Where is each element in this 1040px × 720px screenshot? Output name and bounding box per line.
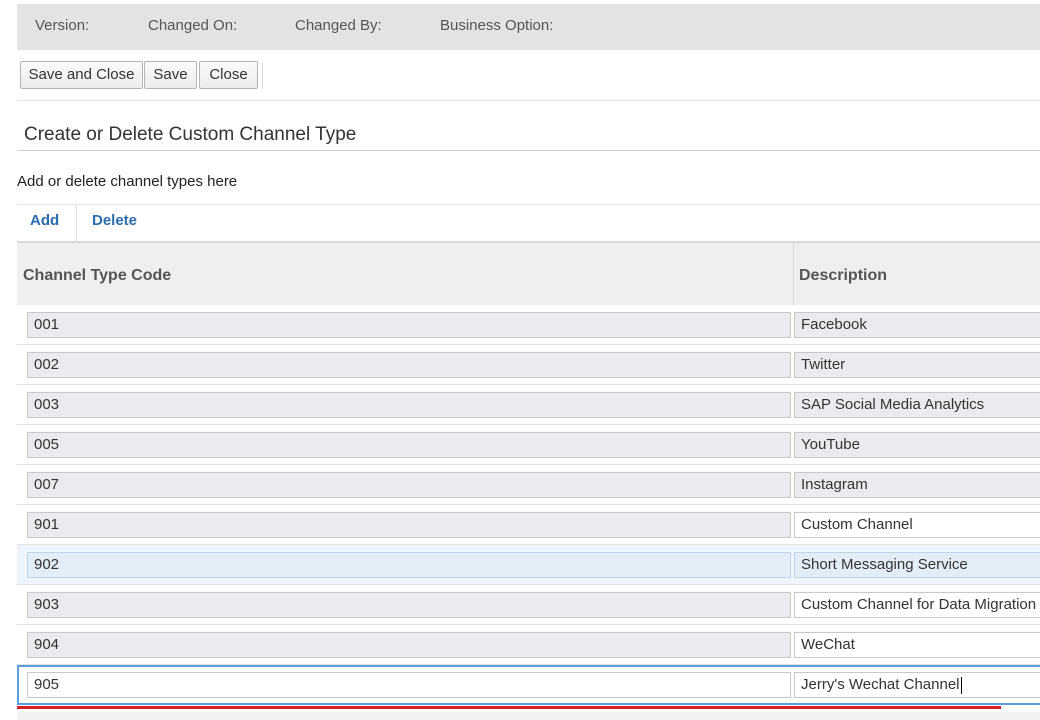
table-header: Channel Type Code Description bbox=[17, 241, 1040, 305]
channel-code-field[interactable]: 903 bbox=[27, 592, 791, 618]
column-header-description[interactable]: Description bbox=[799, 267, 887, 285]
description-field[interactable]: Jerry's Wechat Channel bbox=[794, 672, 1040, 698]
description-field[interactable]: Custom Channel for Data Migration bbox=[794, 592, 1040, 618]
text-cursor bbox=[960, 676, 962, 694]
description-field[interactable]: Instagram bbox=[794, 472, 1040, 498]
description-value: Jerry's Wechat Channel bbox=[801, 676, 960, 693]
table-row[interactable]: 002 Twitter bbox=[17, 345, 1040, 385]
section-description: Add or delete channel types here bbox=[17, 173, 238, 190]
description-field[interactable]: Facebook bbox=[794, 312, 1040, 338]
save-button[interactable]: Save bbox=[144, 61, 197, 89]
description-field[interactable]: WeChat bbox=[794, 632, 1040, 658]
table-row[interactable]: 001 Facebook bbox=[17, 305, 1040, 345]
changed-on-label: Changed On: bbox=[148, 17, 238, 34]
table-row[interactable]: 902 Short Messaging Service bbox=[17, 545, 1040, 585]
column-divider bbox=[793, 243, 794, 305]
divider bbox=[17, 204, 1040, 205]
toolbar-divider bbox=[262, 63, 263, 89]
description-field[interactable]: SAP Social Media Analytics bbox=[794, 392, 1040, 418]
version-label: Version: bbox=[35, 17, 90, 34]
channel-code-field[interactable]: 905 bbox=[27, 672, 791, 698]
channel-code-field[interactable]: 003 bbox=[27, 392, 791, 418]
horizontal-scrollbar[interactable] bbox=[17, 712, 1040, 720]
table-row[interactable]: 904 WeChat bbox=[17, 625, 1040, 665]
column-header-code[interactable]: Channel Type Code bbox=[23, 267, 171, 285]
section-title: Create or Delete Custom Channel Type bbox=[24, 124, 357, 145]
channel-code-field[interactable]: 901 bbox=[27, 512, 791, 538]
description-field[interactable]: Short Messaging Service bbox=[794, 552, 1040, 578]
changed-by-label: Changed By: bbox=[295, 17, 382, 34]
divider bbox=[17, 100, 1040, 101]
description-field[interactable]: YouTube bbox=[794, 432, 1040, 458]
divider bbox=[17, 150, 1040, 151]
table-row[interactable]: 903 Custom Channel for Data Migration bbox=[17, 585, 1040, 625]
delete-button[interactable]: Delete bbox=[92, 212, 137, 229]
object-header: Version: Changed On: Changed By: Busines… bbox=[17, 4, 1040, 50]
channel-code-field[interactable]: 007 bbox=[27, 472, 791, 498]
save-and-close-button[interactable]: Save and Close bbox=[20, 61, 143, 89]
channel-code-field[interactable]: 904 bbox=[27, 632, 791, 658]
channel-code-field[interactable]: 001 bbox=[27, 312, 791, 338]
table-row[interactable]: 005 YouTube bbox=[17, 425, 1040, 465]
channel-code-field[interactable]: 902 bbox=[27, 552, 791, 578]
table-row[interactable]: 007 Instagram bbox=[17, 465, 1040, 505]
channel-code-field[interactable]: 002 bbox=[27, 352, 791, 378]
action-divider bbox=[76, 205, 77, 241]
close-button[interactable]: Close bbox=[199, 61, 258, 89]
table-row-selected[interactable]: 905 Jerry's Wechat Channel bbox=[17, 665, 1040, 705]
description-field[interactable]: Custom Channel bbox=[794, 512, 1040, 538]
add-button[interactable]: Add bbox=[30, 212, 59, 229]
annotation-underline bbox=[17, 706, 1001, 709]
table-row[interactable]: 901 Custom Channel bbox=[17, 505, 1040, 545]
channel-code-field[interactable]: 005 bbox=[27, 432, 791, 458]
description-field[interactable]: Twitter bbox=[794, 352, 1040, 378]
table-row[interactable]: 003 SAP Social Media Analytics bbox=[17, 385, 1040, 425]
business-option-label: Business Option: bbox=[440, 17, 554, 34]
